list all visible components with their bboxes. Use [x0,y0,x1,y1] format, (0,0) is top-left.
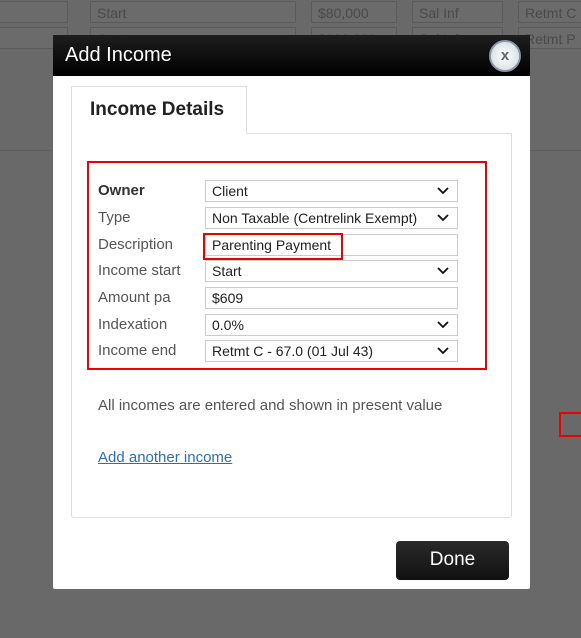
amount-pa-value: $609 [212,290,244,306]
description-highlight [203,233,343,260]
income-start-value: Start [212,263,242,279]
income-start-select[interactable]: Start [205,260,458,282]
bg-amount: $80,000 [311,1,397,23]
dialog-title: Add Income [65,44,172,66]
owner-label: Owner [98,182,145,199]
amount-pa-input[interactable]: $609 [205,287,458,309]
bg-select-start: Start [90,1,296,23]
indexation-select[interactable]: 0.0% [205,314,458,336]
amount-pa-label: Amount pa [98,289,171,306]
field-row-indexation: Indexation 0.0% [98,314,458,336]
add-another-income-link[interactable]: Add another income [98,449,232,466]
type-value: Non Taxable (Centrelink Exempt) [212,210,418,226]
income-end-select[interactable]: Retmt C - 67.0 (01 Jul 43) [205,340,458,362]
chevron-down-icon [437,187,449,195]
indexation-label: Indexation [98,316,168,333]
type-select[interactable]: Non Taxable (Centrelink Exempt) [205,207,458,229]
add-income-dialog: Add Income x Income Details Owner Client T… [53,35,530,589]
chevron-down-icon [437,267,449,275]
income-end-label: Income end [98,342,177,359]
field-row-owner: Owner Client [98,180,458,202]
close-icon: x [500,47,510,64]
bg-end: Retmt C [518,1,581,23]
close-button[interactable]: x [489,40,521,72]
owner-select[interactable]: Client [205,180,458,202]
bg-select [0,1,68,23]
chevron-down-icon [437,321,449,329]
field-row-income-end: Income end Retmt C - 67.0 (01 Jul 43) [98,340,458,362]
highlight-box [559,412,581,437]
bg-indexation: Sal Inf [412,1,503,23]
income-end-value: Retmt C - 67.0 (01 Jul 43) [212,343,374,359]
done-button[interactable]: Done [396,541,509,580]
owner-value: Client [212,183,248,199]
type-label: Type [98,209,131,226]
present-value-note: All incomes are entered and shown in pre… [98,397,443,414]
chevron-down-icon [437,347,449,355]
chevron-down-icon [437,214,449,222]
field-row-amount-pa: Amount pa $609 [98,287,458,309]
tab-income-details[interactable]: Income Details [71,86,247,134]
field-row-type: Type Non Taxable (Centrelink Exempt) [98,207,458,229]
field-row-income-start: Income start Start [98,260,458,282]
income-start-label: Income start [98,262,181,279]
dialog-header: Add Income x [53,35,530,76]
indexation-value: 0.0% [212,317,244,333]
description-label: Description [98,236,174,253]
